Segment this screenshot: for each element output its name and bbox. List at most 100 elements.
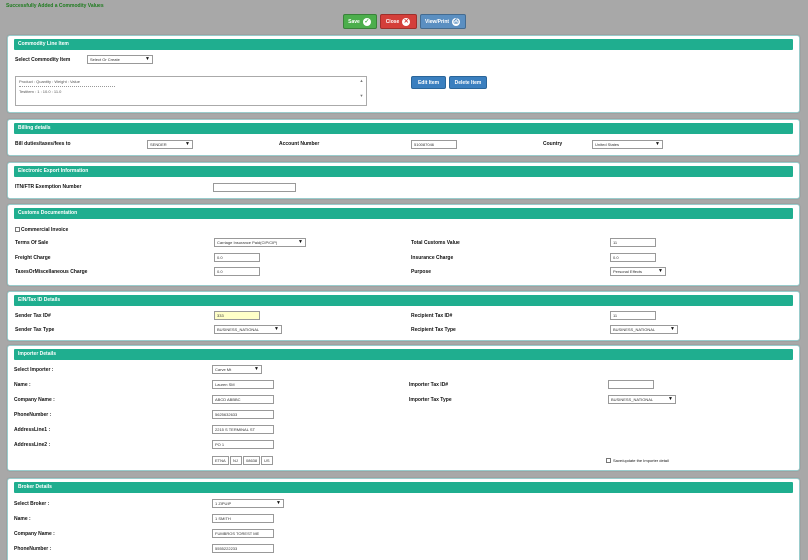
- broker-phone-label: PhoneNumber :: [14, 546, 52, 552]
- dropdown-arrow-icon: ▼: [670, 326, 675, 332]
- account-number-label: Account Number: [279, 141, 320, 147]
- terms-of-sale-select[interactable]: Carriage Insurance Paid(CIP/CIP) ▼: [214, 238, 306, 247]
- recipient-tax-type-select[interactable]: BUSINESS_NATIONAL ▼: [610, 325, 678, 334]
- dropdown-arrow-icon: ▼: [298, 239, 303, 245]
- purpose-label: Purpose: [411, 269, 432, 275]
- broker-company-input[interactable]: FUMBROS TOREST ME: [212, 529, 274, 538]
- dropdown-arrow-icon: ▼: [254, 366, 259, 372]
- broker-name-label: Name :: [14, 516, 31, 522]
- taxes-charge-input[interactable]: 0.0: [214, 267, 260, 276]
- importer-tax-type-label: Importer Tax Type: [409, 397, 452, 403]
- terms-of-sale-label: Terms Of Sale: [15, 240, 49, 246]
- commercial-invoice-checkbox[interactable]: [15, 227, 20, 232]
- bill-to-label: Bill duties/taxes/fees to: [15, 141, 71, 147]
- itn-label: ITN/FTR Exemption Number: [15, 184, 82, 190]
- importer-phone-input[interactable]: 5625632633: [212, 410, 274, 419]
- success-message: Successfully Added a Commodity Values: [6, 3, 104, 9]
- select-importer-select[interactable]: Carve Mt ▼: [212, 365, 262, 374]
- save-button[interactable]: Save ✓: [342, 14, 377, 29]
- total-customs-label: Total Customs Value: [411, 240, 460, 246]
- commodity-list-row: Testitem : 1 : 10.0 : 11.0: [19, 89, 62, 94]
- commodity-list[interactable]: Product : Quantity : Weight : Value Test…: [15, 76, 367, 106]
- broker-name-input[interactable]: 1 SMITH: [212, 514, 274, 523]
- importer-address2-label: AddressLine2 :: [14, 442, 51, 448]
- importer-tax-id-input[interactable]: [608, 380, 654, 389]
- commodity-panel: Commodity Line Item Select Commodity Ite…: [7, 35, 800, 113]
- commodity-header: Commodity Line Item: [14, 39, 793, 50]
- importer-name-input[interactable]: Lauren SM: [212, 380, 274, 389]
- importer-company-label: Company Name :: [14, 397, 55, 403]
- select-broker-select[interactable]: 1 ZIPUIP ▼: [212, 499, 284, 508]
- recipient-tax-id-label: Recipient Tax ID#: [411, 313, 453, 319]
- select-importer-label: Select Importer :: [14, 367, 54, 373]
- customs-panel: Customs Documentation Commercial Invoice…: [7, 204, 800, 286]
- freight-charge-input[interactable]: 0.0: [214, 253, 260, 262]
- country-label: Country: [543, 141, 563, 147]
- edit-item-button[interactable]: Edit Item: [411, 76, 446, 89]
- check-circle-icon: ✓: [362, 17, 371, 26]
- close-button[interactable]: Close ✕: [379, 14, 417, 29]
- importer-address1-label: AddressLine1 :: [14, 427, 51, 433]
- taxes-charge-label: TaxesOrMiscellaneous Charge: [15, 269, 88, 275]
- dropdown-arrow-icon: ▼: [655, 141, 660, 147]
- ein-header: EIN/Tax ID Details: [14, 295, 793, 306]
- sender-tax-type-label: Sender Tax Type: [15, 327, 55, 333]
- dropdown-arrow-icon: ▼: [185, 141, 190, 147]
- importer-name-label: Name :: [14, 382, 31, 388]
- importer-city-input[interactable]: ETNA: [212, 456, 229, 465]
- importer-zip-input[interactable]: 08638: [243, 456, 260, 465]
- importer-tax-id-label: Importer Tax ID#: [409, 382, 449, 388]
- select-broker-label: Select Broker :: [14, 501, 50, 507]
- freight-charge-label: Freight Charge: [15, 255, 51, 261]
- importer-phone-label: PhoneNumber :: [14, 412, 52, 418]
- dropdown-arrow-icon: ▼: [145, 56, 150, 62]
- importer-header: Importer Details: [14, 349, 793, 360]
- recipient-tax-id-input[interactable]: 11: [610, 311, 656, 320]
- dropdown-arrow-icon: ▼: [274, 326, 279, 332]
- ein-panel: EIN/Tax ID Details Sender Tax ID# 333 Re…: [7, 291, 800, 341]
- importer-address2-input[interactable]: PO 1: [212, 440, 274, 449]
- billing-header: Billing details: [14, 123, 793, 134]
- importer-tax-type-select[interactable]: BUSINESS_NATIONAL ▼: [608, 395, 676, 404]
- list-scrollbar[interactable]: ▲ ▼: [358, 78, 365, 104]
- commodity-select-label: Select Commodity Item: [15, 57, 71, 63]
- commodity-list-header: Product : Quantity : Weight : Value: [19, 79, 80, 84]
- insurance-charge-input[interactable]: 0.0: [610, 253, 656, 262]
- printer-icon: ⎙: [452, 17, 461, 26]
- country-select[interactable]: United States ▼: [592, 140, 663, 149]
- insurance-charge-label: Insurance Charge: [411, 255, 454, 261]
- broker-panel: Broker Details Select Broker : 1 ZIPUIP ▼…: [7, 478, 800, 560]
- broker-header: Broker Details: [14, 482, 793, 493]
- importer-panel: Importer Details Select Importer : Carve…: [7, 345, 800, 471]
- total-customs-input[interactable]: 11: [610, 238, 656, 247]
- account-number-input[interactable]: 510087046: [411, 140, 457, 149]
- importer-address1-input[interactable]: 2215 S TERMINAL ST: [212, 425, 274, 434]
- export-header: Electronic Export Information: [14, 166, 793, 177]
- billing-panel: Billing details Bill duties/taxes/fees t…: [7, 119, 800, 156]
- recipient-tax-type-label: Recipient Tax Type: [411, 327, 456, 333]
- dropdown-arrow-icon: ▼: [658, 268, 663, 274]
- commodity-list-divider: [19, 86, 115, 87]
- sender-tax-id-label: Sender Tax ID#: [15, 313, 51, 319]
- view-print-button[interactable]: View/Print ⎙: [419, 14, 466, 29]
- bill-to-select[interactable]: SENDER ▼: [147, 140, 193, 149]
- itn-input[interactable]: [213, 183, 296, 192]
- save-importer-label: Save/update the Importer detail: [613, 458, 669, 463]
- importer-country-input[interactable]: US: [261, 456, 273, 465]
- customs-header: Customs Documentation: [14, 208, 793, 219]
- sender-tax-type-select[interactable]: BUSINESS_NATIONAL ▼: [214, 325, 282, 334]
- commercial-invoice-label: Commercial Invoice: [21, 227, 69, 233]
- x-circle-icon: ✕: [402, 17, 411, 26]
- sender-tax-id-input[interactable]: 333: [214, 311, 260, 320]
- importer-company-input[interactable]: ABCD ABBBC: [212, 395, 274, 404]
- top-toolbar: Save ✓ Close ✕ View/Print ⎙: [0, 14, 808, 29]
- dropdown-arrow-icon: ▼: [276, 500, 281, 506]
- dropdown-arrow-icon: ▼: [668, 396, 673, 402]
- save-importer-checkbox[interactable]: [606, 458, 611, 463]
- importer-state-input[interactable]: NJ: [230, 456, 242, 465]
- delete-item-button[interactable]: Delete Item: [449, 76, 487, 89]
- commodity-select[interactable]: Select Or Create ▼: [87, 55, 153, 64]
- broker-phone-input[interactable]: 5555222233: [212, 544, 274, 553]
- purpose-select[interactable]: Personal Effects ▼: [610, 267, 666, 276]
- export-panel: Electronic Export Information ITN/FTR Ex…: [7, 162, 800, 199]
